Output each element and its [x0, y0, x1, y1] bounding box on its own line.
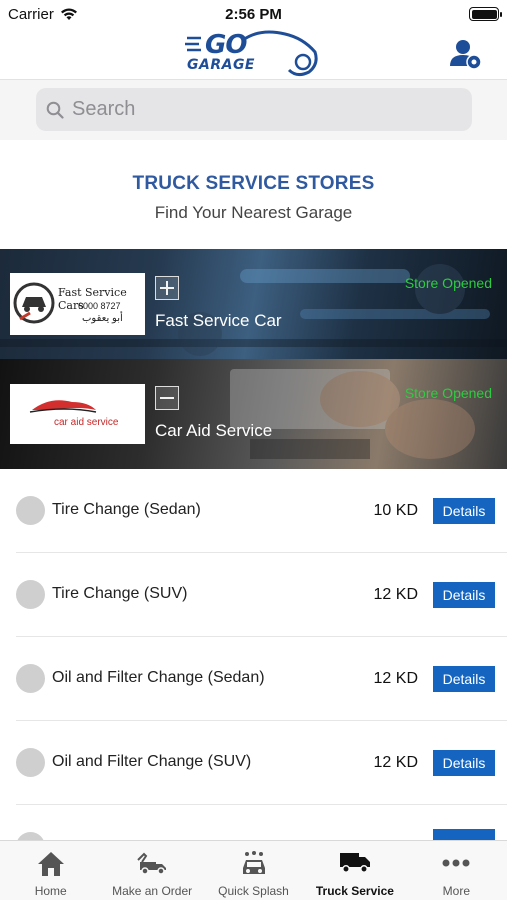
app-header: GO GARAGE	[0, 28, 507, 80]
service-name: Tire Change (Sedan)	[52, 501, 201, 518]
tab-label: Make an Order	[112, 884, 193, 898]
search-input[interactable]	[72, 98, 452, 121]
details-button[interactable]: Details	[433, 498, 495, 524]
service-row[interactable]: Oil and Filter Change (Sedan) 12 KD Deta…	[0, 637, 507, 721]
tab-label: Home	[34, 884, 67, 898]
user-settings-icon	[450, 40, 482, 70]
tab-label: Truck Service	[315, 884, 394, 898]
tab-truck-service[interactable]: Truck Service	[304, 841, 405, 900]
service-name: Oil and Filter Change (Sedan)	[52, 669, 265, 686]
logo-go-text: GO	[205, 30, 247, 60]
status-left: Carrier	[8, 6, 78, 23]
search-icon	[46, 101, 64, 119]
tab-label: More	[442, 884, 470, 898]
collapse-minus-icon[interactable]	[155, 386, 179, 410]
service-row[interactable]: Oil and Filter Change (SUV) 12 KD Detail…	[0, 721, 507, 805]
store-logo-car-aid: car aid service	[10, 384, 145, 444]
home-icon	[37, 852, 64, 876]
expand-plus-icon[interactable]	[155, 276, 179, 300]
store-status: Store Opened	[404, 385, 492, 401]
search-bar	[0, 80, 507, 140]
store-card-car-aid-service[interactable]: car aid service Car Aid Service Store Op…	[0, 359, 507, 469]
store-logo-text: car aid service	[54, 417, 119, 428]
tab-bar: Home Make an Order Quick Splash Truck Se…	[0, 840, 507, 900]
service-row[interactable]: Tire Change (Sedan) 10 KD Details	[0, 469, 507, 553]
go-garage-logo: GO GARAGE	[185, 28, 325, 80]
service-radio[interactable]	[16, 664, 45, 693]
service-radio[interactable]	[16, 748, 45, 777]
details-button[interactable]: Details	[433, 750, 495, 776]
logo-garage-text: GARAGE	[187, 57, 255, 73]
carrier-label: Carrier	[8, 5, 54, 23]
truck-icon	[339, 853, 370, 873]
service-name: Oil and Filter Change (SUV)	[52, 753, 252, 770]
store-logo-fast-service-cars: Fast Service Cars 6000 8727 أبو يعقوب	[10, 273, 145, 335]
store-logo-arabic: أبو يعقوب	[82, 313, 123, 324]
page-title: TRUCK SERVICE STORES	[132, 173, 375, 194]
service-price: 10 KD	[373, 502, 418, 519]
battery-icon	[469, 7, 502, 21]
tab-home[interactable]: Home	[0, 841, 101, 900]
tab-label: Quick Splash	[218, 884, 289, 898]
store-card-fast-service-car[interactable]: Fast Service Cars 6000 8727 أبو يعقوب Fa…	[0, 249, 507, 359]
service-radio[interactable]	[16, 580, 45, 609]
details-button[interactable]: Details	[433, 666, 495, 692]
service-radio[interactable]	[16, 496, 45, 525]
tab-more[interactable]: More	[406, 841, 507, 900]
store-name: Fast Service Car	[155, 311, 282, 330]
store-status: Store Opened	[404, 275, 492, 291]
car-wash-icon	[242, 851, 265, 874]
store-logo-phone: 6000 8727	[78, 301, 121, 311]
tab-make-an-order[interactable]: Make an Order	[101, 841, 202, 900]
page-subtitle: Find Your Nearest Garage	[154, 203, 353, 222]
search-box[interactable]	[36, 88, 472, 131]
service-row[interactable]: Tire Change (SUV) 12 KD Details	[0, 553, 507, 637]
service-price: 12 KD	[373, 670, 418, 687]
service-price: 12 KD	[373, 586, 418, 603]
store-name: Car Aid Service	[155, 421, 273, 440]
status-bar: Carrier 2:56 PM	[0, 0, 507, 28]
tow-truck-icon	[137, 852, 167, 875]
service-name: Tire Change (SUV)	[52, 585, 188, 602]
wifi-icon	[60, 8, 77, 20]
service-price: 12 KD	[373, 754, 418, 771]
details-button[interactable]: Details	[433, 582, 495, 608]
tab-quick-splash[interactable]: Quick Splash	[203, 841, 304, 900]
user-settings-button[interactable]	[449, 38, 485, 70]
service-list: Tire Change (Sedan) 10 KD Details Tire C…	[0, 469, 507, 889]
more-icon	[442, 859, 470, 867]
